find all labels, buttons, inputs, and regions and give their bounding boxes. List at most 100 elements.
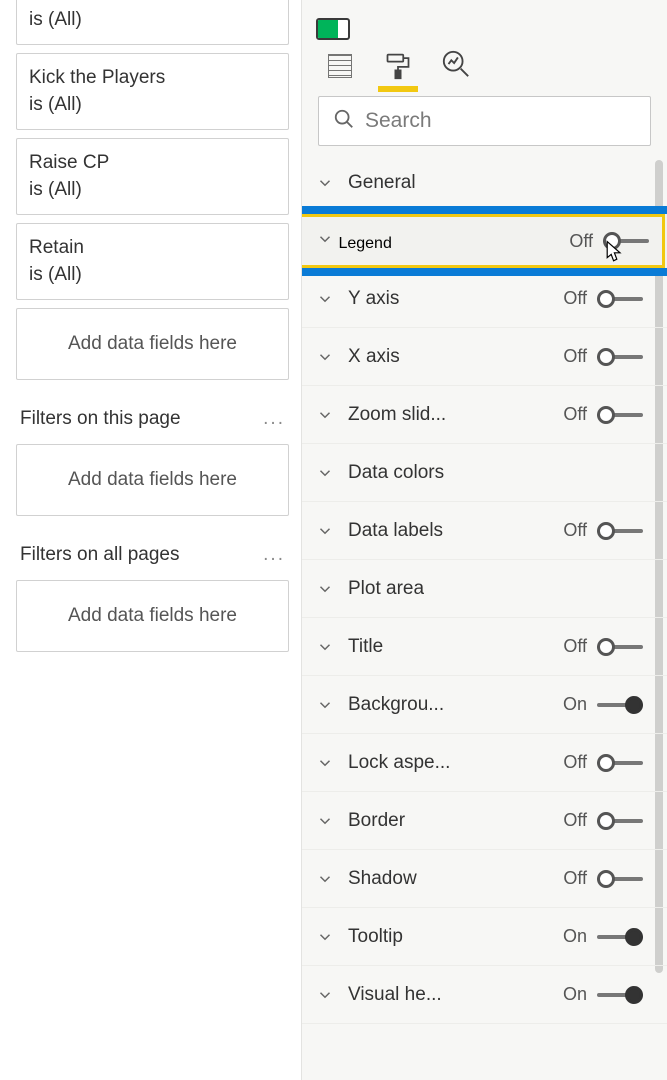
chevron-down-icon xyxy=(316,174,334,192)
chevron-down-icon xyxy=(316,812,334,830)
filter-card[interactable]: Kick the Players is (All) xyxy=(16,53,289,130)
format-row-label: Legend xyxy=(338,235,391,252)
toggle-switch[interactable] xyxy=(597,290,643,308)
toggle-state-text: Off xyxy=(563,868,587,889)
format-row-lock-aspe[interactable]: Lock aspe... Off xyxy=(302,734,667,792)
filter-card[interactable]: Retain is (All) xyxy=(16,223,289,300)
format-row-toggle[interactable]: Off xyxy=(563,404,643,425)
format-row-label: Data labels xyxy=(348,520,443,542)
format-row-toggle[interactable]: Off xyxy=(563,752,643,773)
magnifier-chart-icon xyxy=(441,49,471,84)
format-row-label: Tooltip xyxy=(348,926,403,948)
format-row-label: Lock aspe... xyxy=(348,752,450,774)
format-row-toggle[interactable]: On xyxy=(563,984,643,1005)
format-row-toggle[interactable]: Off xyxy=(563,636,643,657)
format-row-tooltip[interactable]: Tooltip On xyxy=(302,908,667,966)
add-visual-filter-well[interactable]: Add data fields here xyxy=(16,308,289,380)
format-row-toggle[interactable]: Off xyxy=(563,868,643,889)
add-page-filter-well[interactable]: Add data fields here xyxy=(16,444,289,516)
chevron-down-icon xyxy=(316,290,334,308)
add-well-text: Add data fields here xyxy=(68,469,237,491)
filters-all-more-icon[interactable]: ... xyxy=(263,544,285,566)
format-row-toggle[interactable]: On xyxy=(563,926,643,947)
filter-card-sub: is (All) xyxy=(29,91,276,119)
filter-card-name: Kick the Players xyxy=(29,64,276,92)
toggle-switch[interactable] xyxy=(597,406,643,424)
format-row-data-labels[interactable]: Data labels Off xyxy=(302,502,667,560)
toggle-state-text: Off xyxy=(563,288,587,309)
format-row-toggle[interactable]: Off xyxy=(569,231,649,252)
format-row-zoom-slid[interactable]: Zoom slid... Off xyxy=(302,386,667,444)
toggle-state-text: Off xyxy=(563,346,587,367)
format-search-box[interactable] xyxy=(318,96,651,146)
toggle-state-text: On xyxy=(563,984,587,1005)
chevron-down-icon xyxy=(316,580,334,598)
format-search-input[interactable] xyxy=(365,109,636,133)
filter-card[interactable]: is (All) xyxy=(16,0,289,45)
toggle-switch[interactable] xyxy=(597,638,643,656)
filter-card-name: Raise CP xyxy=(29,149,276,177)
toggle-state-text: Off xyxy=(563,810,587,831)
filter-card-sub: is (All) xyxy=(29,6,276,34)
filters-all-heading-text: Filters on all pages xyxy=(20,544,179,566)
visual-type-row xyxy=(302,6,667,50)
filters-panel: is (All) Kick the Players is (All) Raise… xyxy=(0,0,301,1080)
format-row-toggle[interactable]: Off xyxy=(563,346,643,367)
format-row-y-axis[interactable]: Y axis Off xyxy=(302,270,667,328)
toggle-switch[interactable] xyxy=(597,928,643,946)
format-row-label: Plot area xyxy=(348,578,424,600)
format-row-toggle[interactable]: Off xyxy=(563,520,643,541)
format-row-x-axis[interactable]: X axis Off xyxy=(302,328,667,386)
toggle-switch[interactable] xyxy=(597,754,643,772)
chevron-down-icon xyxy=(316,638,334,656)
filters-page-heading: Filters on this page ... xyxy=(20,408,285,430)
toggle-switch[interactable] xyxy=(597,812,643,830)
format-row-legend[interactable]: Legend Off xyxy=(302,212,667,270)
format-row-border[interactable]: Border Off xyxy=(302,792,667,850)
chevron-down-icon xyxy=(316,986,334,1004)
format-row-label: Visual he... xyxy=(348,984,442,1006)
format-row-toggle[interactable]: On xyxy=(563,694,643,715)
filter-card[interactable]: Raise CP is (All) xyxy=(16,138,289,215)
toggle-state-text: Off xyxy=(569,231,593,252)
filters-all-heading: Filters on all pages ... xyxy=(20,544,285,566)
format-scroll: General Legend Off Y axis xyxy=(302,154,667,1038)
format-row-plot-area[interactable]: Plot area xyxy=(302,560,667,618)
format-row-visual-he[interactable]: Visual he... On xyxy=(302,966,667,1024)
add-all-filter-well[interactable]: Add data fields here xyxy=(16,580,289,652)
format-tabs xyxy=(302,50,667,82)
toggle-state-text: Off xyxy=(563,520,587,541)
toggle-switch[interactable] xyxy=(597,870,643,888)
toggle-state-text: On xyxy=(563,694,587,715)
add-well-text: Add data fields here xyxy=(68,333,237,355)
visual-type-icon[interactable] xyxy=(316,18,350,40)
format-row-legend-highlight: Legend Off xyxy=(302,212,667,270)
add-well-text: Add data fields here xyxy=(68,605,237,627)
search-icon xyxy=(333,108,355,135)
format-row-toggle[interactable]: Off xyxy=(563,288,643,309)
filter-card-sub: is (All) xyxy=(29,176,276,204)
fields-icon xyxy=(328,54,352,78)
toggle-state-text: Off xyxy=(563,404,587,425)
tab-fields[interactable] xyxy=(324,50,356,82)
chevron-down-icon xyxy=(316,406,334,424)
format-row-title[interactable]: Title Off xyxy=(302,618,667,676)
format-row-label: Border xyxy=(348,810,405,832)
filter-card-sub: is (All) xyxy=(29,261,276,289)
toggle-switch[interactable] xyxy=(603,232,649,250)
toggle-switch[interactable] xyxy=(597,348,643,366)
toggle-switch[interactable] xyxy=(597,696,643,714)
toggle-state-text: On xyxy=(563,926,587,947)
format-row-backgrou[interactable]: Backgrou... On xyxy=(302,676,667,734)
toggle-switch[interactable] xyxy=(597,986,643,1004)
format-row-toggle[interactable]: Off xyxy=(563,810,643,831)
filters-page-more-icon[interactable]: ... xyxy=(263,408,285,430)
tab-analytics[interactable] xyxy=(440,50,472,82)
format-row-label: Y axis xyxy=(348,288,399,310)
tab-format[interactable] xyxy=(382,50,414,82)
format-row-general[interactable]: General xyxy=(302,154,667,212)
chevron-down-icon xyxy=(316,870,334,888)
format-row-data-colors[interactable]: Data colors xyxy=(302,444,667,502)
format-row-shadow[interactable]: Shadow Off xyxy=(302,850,667,908)
toggle-switch[interactable] xyxy=(597,522,643,540)
